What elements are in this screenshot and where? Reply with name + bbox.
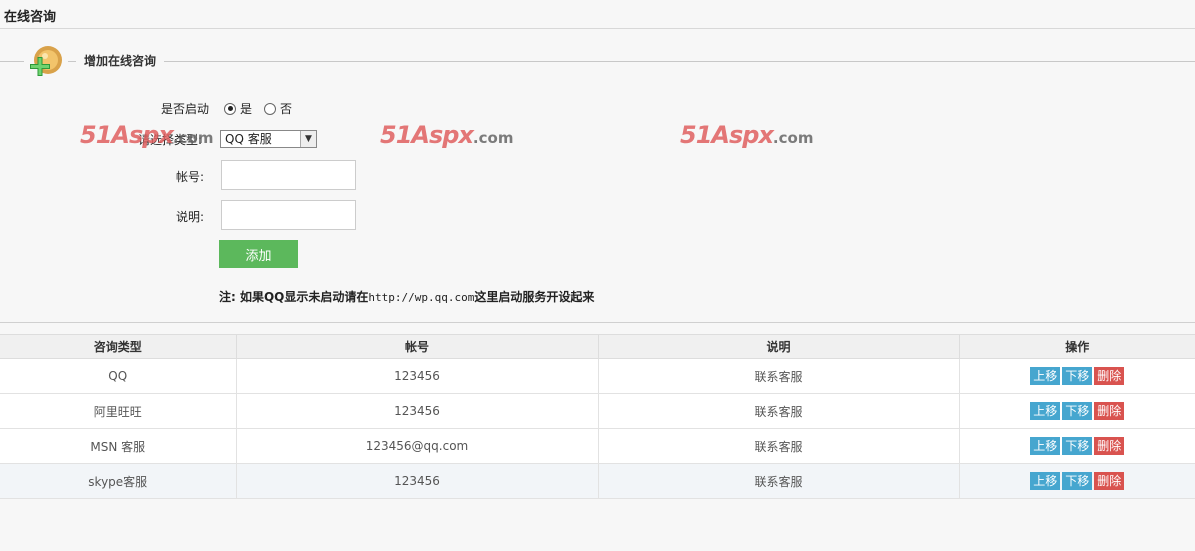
chevron-down-icon[interactable]: ▼ [300,131,316,147]
enable-radio-group: 是 否 [224,100,300,117]
move-up-button[interactable]: 上移 [1030,472,1061,490]
cell-type: 阿里旺旺 [0,393,237,429]
section-title: 增加在线咨询 [76,52,165,69]
column-header-actions: 操作 [959,334,1195,359]
note-suffix: 这里启动服务开设起来 [474,290,595,304]
move-up-button[interactable]: 上移 [1030,367,1061,385]
account-label: 帐号: [175,170,204,184]
column-header-type: 咨询类型 [0,334,237,359]
cell-actions: 上移 下移 删除 [959,428,1195,464]
note-link[interactable]: http://wp.qq.com [368,291,474,304]
delete-button[interactable]: 删除 [1094,367,1125,385]
note-prefix: 注: 如果QQ显示未启动请在 [219,290,369,304]
desc-label: 说明: [175,210,204,224]
move-down-button[interactable]: 下移 [1062,437,1093,455]
enable-no-radio[interactable] [264,102,277,115]
page-title: 在线咨询 [4,10,57,25]
cell-account: 123456@qq.com [236,428,599,464]
table-row: QQ 123456 联系客服 上移 下移 删除 [0,358,1195,394]
type-label: 请选择类型: [137,133,202,147]
table-row: MSN 客服 123456@qq.com 联系客服 上移 下移 删除 [0,428,1195,464]
cell-desc: 联系客服 [598,463,960,499]
enable-no-label: 否 [280,102,293,116]
table-header-row: 咨询类型 帐号 说明 操作 [0,334,1195,359]
consult-table: 咨询类型 帐号 说明 操作 QQ 123456 联系客服 上移 下移 删除 阿里旺旺… [0,334,1195,499]
column-header-desc: 说明 [598,334,960,359]
desc-input[interactable] [221,200,356,230]
cell-desc: 联系客服 [598,358,960,394]
cell-actions: 上移 下移 删除 [959,358,1195,394]
enable-yes-radio[interactable] [224,102,236,115]
move-up-button[interactable]: 上移 [1030,437,1061,455]
account-input[interactable] [221,160,356,190]
column-header-account: 帐号 [236,334,599,359]
enable-label: 是否启动 [160,102,209,116]
delete-button[interactable]: 删除 [1094,437,1125,455]
type-select[interactable]: QQ 客服 ▼ [220,130,317,148]
title-divider [0,28,1195,29]
table-row: 阿里旺旺 123456 联系客服 上移 下移 删除 [0,393,1195,429]
cell-type: MSN 客服 [0,428,237,464]
move-down-button[interactable]: 下移 [1062,472,1093,490]
add-user-icon [24,44,68,80]
delete-button[interactable]: 删除 [1094,472,1125,490]
cell-account: 123456 [236,358,599,394]
move-down-button[interactable]: 下移 [1062,367,1093,385]
type-select-value: QQ 客服 [225,132,272,146]
move-down-button[interactable]: 下移 [1062,402,1093,420]
cell-account: 123456 [236,463,599,499]
delete-button[interactable]: 删除 [1094,402,1125,420]
section-divider [0,61,1195,62]
watermark-logo: 51Aspx.com [680,121,814,149]
cell-type: QQ [0,358,237,394]
cell-account: 123456 [236,393,599,429]
enable-yes-label: 是 [240,102,253,116]
note-divider [0,322,1195,323]
table-row: skype客服 123456 联系客服 上移 下移 删除 [0,463,1195,499]
move-up-button[interactable]: 上移 [1030,402,1061,420]
add-button[interactable]: 添加 [219,240,298,268]
cell-desc: 联系客服 [598,428,960,464]
cell-actions: 上移 下移 删除 [959,463,1195,499]
note-text: 注: 如果QQ显示未启动请在http://wp.qq.com这里启动服务开设起来 [219,288,594,305]
watermark-logo: 51Aspx.com [380,121,514,149]
cell-actions: 上移 下移 删除 [959,393,1195,429]
cell-type: skype客服 [0,463,237,499]
cell-desc: 联系客服 [598,393,960,429]
